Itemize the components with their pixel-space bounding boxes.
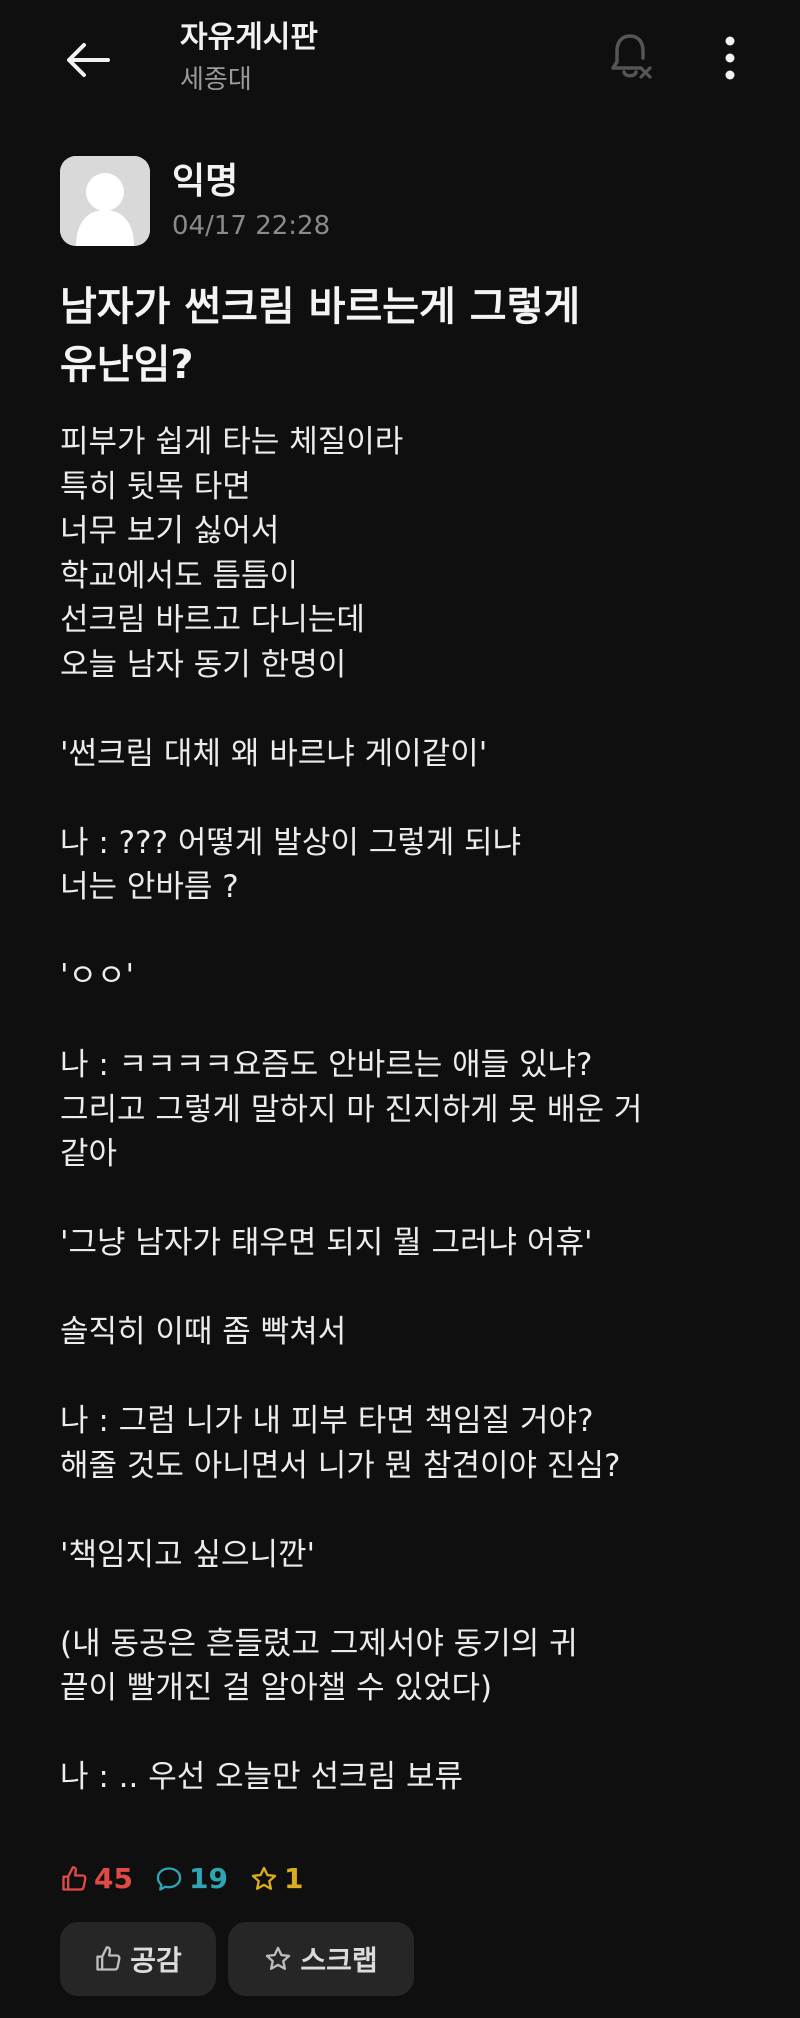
post-body: 피부가 쉽게 타는 체질이라특히 뒷목 타면너무 보기 싫어서학교에서도 틈틈이… bbox=[60, 420, 760, 1800]
star-icon bbox=[266, 1946, 291, 1970]
body-line: '그냥 남자가 태우면 되지 뭘 그러냐 어휴' bbox=[60, 1225, 593, 1261]
body-line: 피부가 쉽게 타는 체질이라 bbox=[60, 424, 404, 460]
post-timestamp: 04/17 22:28 bbox=[172, 211, 331, 241]
header-titles: 자유게시판 세종대 bbox=[180, 20, 318, 96]
body-blank-line bbox=[60, 1355, 760, 1400]
post-page: 자유게시판 세종대 익명 04/17 22:28 남자가 썬크림 바르는게 그렇… bbox=[0, 0, 800, 2018]
body-blank-line bbox=[60, 776, 760, 821]
body-line: '책임지고 싶으니깐' bbox=[60, 1536, 316, 1573]
post-title-line: 남자가 썬크림 바르는게 그렇게 bbox=[60, 284, 581, 330]
body-line: 나 : 그럼 니가 내 피부 타면 책임질 거야? bbox=[60, 1403, 594, 1439]
body-line: 오늘 남자 동기 한명이 bbox=[60, 646, 347, 683]
post-title: 남자가 썬크림 바르는게 그렇게 유난임? bbox=[60, 278, 750, 394]
body-line: 학교에서도 틈틈이 bbox=[60, 557, 299, 594]
like-button[interactable]: 공감 bbox=[60, 1922, 216, 1996]
body-blank-line bbox=[60, 910, 760, 955]
post-actions: 공감 스크랩 bbox=[60, 1922, 414, 1996]
body-line: 나 : .. 우선 오늘만 선크림 보류 bbox=[60, 1759, 463, 1795]
author-name: 익명 bbox=[172, 161, 239, 202]
body-line: 같아 bbox=[60, 1136, 118, 1172]
like-button-label: 공감 bbox=[130, 1944, 182, 1977]
scrap-count: 1 bbox=[250, 1862, 303, 1895]
body-line: (내 동공은 흔들렸고 그제서야 동기의 귀 bbox=[60, 1625, 578, 1662]
app-header: 자유게시판 세종대 bbox=[0, 0, 800, 120]
comment-count-value: 19 bbox=[188, 1862, 228, 1895]
author-info: 익명 04/17 22:28 bbox=[172, 161, 330, 241]
body-line: 선크림 바르고 다니는데 bbox=[60, 602, 365, 638]
body-line: '썬크림 대체 왜 바르냐 게이같이' bbox=[60, 735, 488, 772]
more-vertical-icon bbox=[725, 36, 735, 80]
scrap-count-value: 1 bbox=[283, 1862, 304, 1895]
notification-toggle-button[interactable] bbox=[602, 28, 662, 88]
body-blank-line bbox=[60, 1177, 760, 1222]
post-stats: 45 19 1 bbox=[60, 1862, 303, 1895]
body-blank-line bbox=[60, 687, 760, 732]
body-blank-line bbox=[60, 1711, 760, 1756]
body-line: 나 : ??? 어떻게 발상이 그렇게 되냐 bbox=[60, 824, 522, 861]
star-icon bbox=[251, 1866, 277, 1890]
body-blank-line bbox=[60, 999, 760, 1044]
board-school: 세종대 bbox=[180, 65, 252, 95]
avatar bbox=[60, 156, 150, 246]
like-count: 45 bbox=[60, 1862, 133, 1895]
board-title: 자유게시판 bbox=[180, 20, 318, 55]
body-blank-line bbox=[60, 1488, 760, 1533]
arrow-left-icon bbox=[67, 43, 110, 77]
post-title-line: 유난임? bbox=[60, 342, 194, 388]
scrap-button[interactable]: 스크랩 bbox=[228, 1922, 414, 1996]
author-block: 익명 04/17 22:28 bbox=[60, 155, 330, 247]
comment-icon bbox=[156, 1866, 182, 1891]
body-line: 솔직히 이때 좀 빡쳐서 bbox=[60, 1314, 347, 1350]
body-line: 너무 보기 싫어서 bbox=[60, 513, 280, 549]
body-line: 너는 안바름 ? bbox=[60, 869, 239, 905]
body-line: 해줄 것도 아니면서 니가 뭔 참견이야 진심? bbox=[60, 1447, 621, 1484]
thumbs-up-icon bbox=[62, 1865, 87, 1891]
body-line: 특히 뒷목 타면 bbox=[60, 468, 251, 505]
body-line: 끝이 빨개진 걸 알아챌 수 있었다) bbox=[60, 1670, 493, 1706]
body-line: 그리고 그렇게 말하지 마 진지하게 못 배운 거 bbox=[60, 1091, 643, 1128]
body-line: 'ㅇㅇ' bbox=[60, 958, 135, 994]
more-options-button[interactable] bbox=[700, 28, 760, 88]
default-avatar-icon bbox=[60, 156, 150, 246]
thumbs-up-icon bbox=[96, 1946, 121, 1971]
like-count-value: 45 bbox=[94, 1862, 133, 1895]
body-line: 나 : ㅋㅋㅋㅋ요즘도 안바르는 애들 있냐? bbox=[60, 1047, 593, 1083]
body-blank-line bbox=[60, 1577, 760, 1622]
back-button[interactable] bbox=[58, 30, 118, 90]
scrap-button-label: 스크랩 bbox=[300, 1944, 378, 1977]
comment-count: 19 bbox=[155, 1862, 228, 1895]
bell-off-icon bbox=[611, 34, 652, 79]
body-blank-line bbox=[60, 1266, 760, 1311]
